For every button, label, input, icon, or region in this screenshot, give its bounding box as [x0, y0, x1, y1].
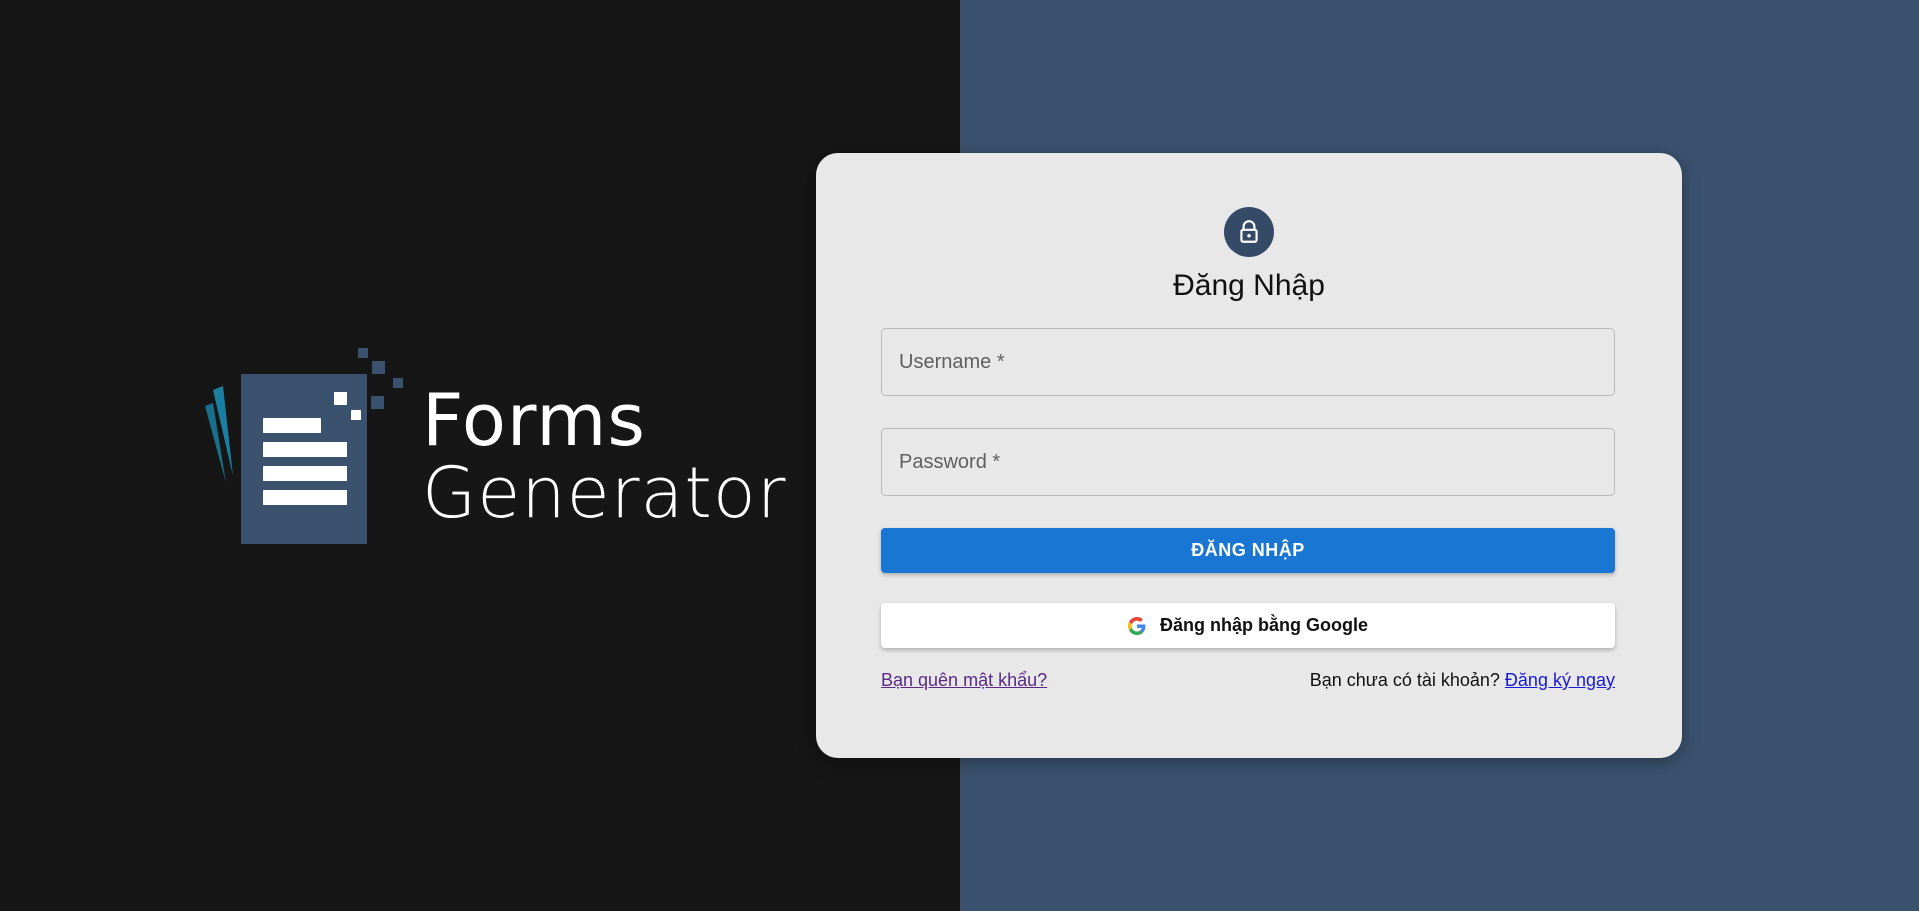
login-card: Đăng Nhập ĐĂNG NHẬP Đăng nhập bằng Googl…	[816, 153, 1682, 758]
document-logo-icon	[205, 348, 403, 544]
signup-prompt-text: Bạn chưa có tài khoản?	[1309, 670, 1505, 690]
brand-logo: Forms Generator	[205, 348, 785, 548]
login-title: Đăng Nhập	[1173, 269, 1325, 302]
password-field[interactable]	[881, 428, 1615, 496]
signup-prompt: Bạn chưa có tài khoản? Đăng ký ngay	[1310, 670, 1615, 691]
username-input[interactable]	[882, 329, 1614, 395]
google-login-button[interactable]: Đăng nhập bằng Google	[881, 603, 1615, 648]
signup-link[interactable]: Đăng ký ngay	[1505, 670, 1615, 690]
lock-icon	[1240, 220, 1258, 243]
login-button[interactable]: ĐĂNG NHẬP	[881, 528, 1615, 573]
password-input[interactable]	[882, 429, 1614, 495]
username-field[interactable]	[881, 328, 1615, 396]
brand-name: Forms Generator	[422, 384, 786, 528]
brand-name-line1: Forms	[422, 378, 646, 462]
google-icon	[1128, 616, 1146, 635]
forgot-password-link[interactable]: Bạn quên mật khẩu?	[881, 670, 1047, 691]
google-login-label: Đăng nhập bằng Google	[1160, 615, 1368, 635]
login-footer: Bạn quên mật khẩu? Bạn chưa có tài khoản…	[881, 670, 1615, 694]
lock-avatar	[1224, 207, 1274, 257]
brand-name-line2: Generator	[422, 452, 787, 534]
login-page: Forms Generator Đăng Nhập ĐĂNG NHẬP	[0, 0, 1919, 911]
